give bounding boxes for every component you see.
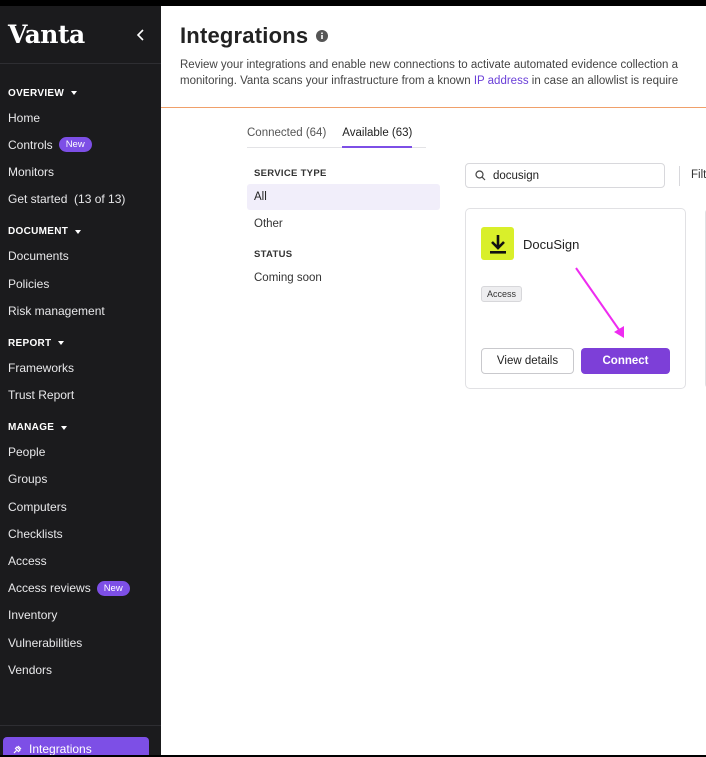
sidebar-item-documents[interactable]: Documents [0, 243, 161, 270]
search-icon [475, 170, 486, 181]
new-badge: New [96, 580, 130, 596]
sidebar-item-label: Integrations [29, 742, 92, 755]
sidebar-footer: Integrations [0, 725, 161, 755]
sidebar: Vanta OVERVIEW Home Controls New Monitors… [0, 6, 161, 755]
section-toggle-manage[interactable]: MANAGE [0, 417, 161, 439]
sidebar-item-inventory[interactable]: Inventory [0, 602, 161, 629]
toolbar-divider [679, 166, 680, 186]
nav-section-document: DOCUMENT Documents Policies Risk managem… [0, 221, 161, 325]
download-arrow-icon [489, 234, 506, 254]
sidebar-item-label: Inventory [8, 608, 58, 623]
sidebar-item-label: Access reviews [8, 581, 91, 596]
filter-panel: SERVICE TYPE All Other STATUS Coming soo… [247, 168, 440, 292]
sidebar-item-vendors[interactable]: Vendors [0, 656, 161, 683]
sidebar-item-label: Checklists [8, 526, 63, 541]
description-line-2: monitoring. Vanta scans your infrastruct… [180, 73, 706, 89]
integration-tabs: Connected (64) Available (63) [247, 124, 426, 148]
sidebar-item-get-started[interactable]: Get started (13 of 13) [0, 186, 161, 213]
sidebar-item-label: Computers [8, 499, 67, 514]
sidebar-item-vulnerabilities[interactable]: Vulnerabilities [0, 629, 161, 656]
sidebar-item-label: People [8, 445, 46, 460]
collapse-sidebar-button[interactable] [129, 23, 153, 47]
sidebar-item-label: Monitors [8, 164, 55, 179]
section-title: MANAGE [8, 422, 55, 434]
sidebar-item-access-reviews[interactable]: Access reviews New [0, 575, 161, 602]
sidebar-item-label: Policies [8, 276, 50, 291]
sidebar-item-controls[interactable]: Controls New [0, 131, 161, 158]
sidebar-item-label: Trust Report [8, 388, 75, 403]
sidebar-item-label: Groups [8, 472, 48, 487]
section-title: REPORT [8, 337, 52, 349]
status-heading: STATUS [254, 249, 293, 260]
sidebar-nav: OVERVIEW Home Controls New Monitors Get s… [0, 64, 161, 683]
section-toggle-report[interactable]: REPORT [0, 332, 161, 354]
sidebar-item-label: Home [8, 110, 41, 125]
sidebar-item-label: Risk management [8, 303, 105, 318]
caret-down-icon [61, 425, 68, 430]
filter-button[interactable]: Filt [691, 169, 706, 181]
sidebar-item-label: Documents [8, 249, 69, 264]
sidebar-item-home[interactable]: Home [0, 104, 161, 131]
sidebar-item-frameworks[interactable]: Frameworks [0, 354, 161, 381]
docusign-logo [481, 227, 514, 260]
search-input[interactable] [493, 169, 653, 182]
filter-service-type-all[interactable]: All [247, 184, 440, 210]
nav-section-manage: MANAGE People Groups Computers Checklist… [0, 417, 161, 684]
sidebar-item-policies[interactable]: Policies [0, 270, 161, 297]
caret-down-icon [71, 91, 78, 95]
nav-section-report: REPORT Frameworks Trust Report [0, 332, 161, 408]
section-toggle-overview[interactable]: OVERVIEW [0, 82, 161, 104]
sidebar-item-groups[interactable]: Groups [0, 466, 161, 493]
sidebar-item-monitors[interactable]: Monitors [0, 158, 161, 185]
section-title: OVERVIEW [8, 87, 65, 99]
sidebar-item-people[interactable]: People [0, 439, 161, 466]
filter-status-coming-soon[interactable]: Coming soon [247, 265, 440, 291]
connect-button[interactable]: Connect [581, 348, 670, 374]
page-description: Review your integrations and enable new … [180, 57, 706, 89]
nav-section-overview: OVERVIEW Home Controls New Monitors Get s… [0, 82, 161, 213]
page-title: Integrations [180, 23, 309, 48]
sidebar-item-label: Controls [8, 137, 53, 152]
description-text: monitoring. Vanta scans your infrastruct… [180, 75, 474, 87]
section-title: DOCUMENT [8, 226, 69, 238]
tab-available[interactable]: Available (63) [342, 124, 413, 148]
section-toggle-document[interactable]: DOCUMENT [0, 221, 161, 243]
sidebar-item-label: Vulnerabilities [8, 635, 83, 650]
caret-down-icon [75, 229, 82, 234]
sidebar-item-checklists[interactable]: Checklists [0, 520, 161, 547]
sidebar-item-access[interactable]: Access [0, 547, 161, 574]
description-text: in case an allowlist is require [528, 75, 679, 87]
page-header: Integrations Review your integrations an… [161, 6, 706, 108]
info-icon[interactable] [316, 30, 329, 42]
view-details-button[interactable]: View details [481, 348, 574, 374]
sidebar-item-label: Frameworks [8, 360, 75, 375]
sidebar-item-computers[interactable]: Computers [0, 493, 161, 520]
vanta-logo: Vanta [8, 20, 85, 49]
sidebar-item-label: Get started (13 of 13) [8, 192, 126, 207]
description-line-1: Review your integrations and enable new … [180, 59, 679, 71]
main-content: Integrations Review your integrations an… [161, 6, 706, 755]
tab-connected[interactable]: Connected (64) [247, 124, 326, 147]
sidebar-item-label: Vendors [8, 662, 53, 677]
annotation-arrow [575, 267, 624, 338]
search-box [465, 163, 665, 188]
new-badge: New [58, 137, 92, 153]
ip-address-link[interactable]: IP address [474, 75, 529, 87]
category-tag: Access [481, 286, 523, 302]
caret-down-icon [58, 341, 65, 346]
sidebar-item-trust-report[interactable]: Trust Report [0, 382, 161, 409]
plug-icon [13, 745, 22, 753]
service-type-heading: SERVICE TYPE [254, 168, 327, 179]
integration-name: DocuSign [523, 237, 580, 252]
chevron-left-icon [136, 28, 144, 41]
sidebar-item-risk-management[interactable]: Risk management [0, 297, 161, 324]
sidebar-header: Vanta [0, 6, 161, 64]
sidebar-item-integrations[interactable]: Integrations [3, 737, 149, 755]
filter-service-type-other[interactable]: Other [247, 211, 440, 237]
sidebar-item-label: Access [8, 554, 47, 569]
app-window: Vanta OVERVIEW Home Controls New Monitors… [0, 6, 706, 755]
